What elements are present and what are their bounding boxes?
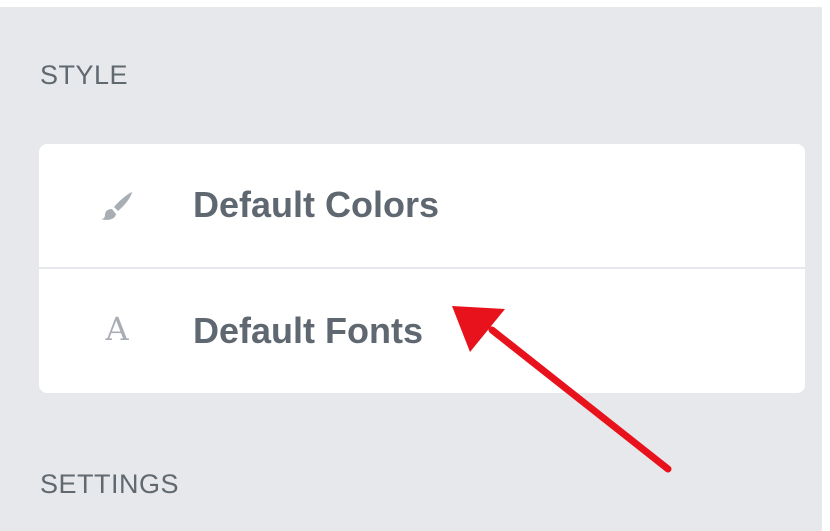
menu-item-label: Default Fonts	[193, 310, 423, 351]
menu-item-label: Default Colors	[193, 184, 440, 225]
menu-item-default-fonts[interactable]: A Default Fonts	[39, 269, 805, 392]
paintbrush-icon	[97, 186, 137, 226]
style-menu-card: Default Colors A Default Fonts	[39, 144, 805, 393]
section-title-style: STYLE	[40, 60, 129, 90]
font-icon-glyph: A	[105, 310, 129, 348]
editor-panel: STYLE Default Colors A Default Fonts SET…	[0, 7, 822, 531]
section-title-settings: SETTINGS	[40, 469, 180, 499]
font-icon: A	[97, 309, 137, 349]
menu-item-default-colors[interactable]: Default Colors	[39, 144, 805, 267]
